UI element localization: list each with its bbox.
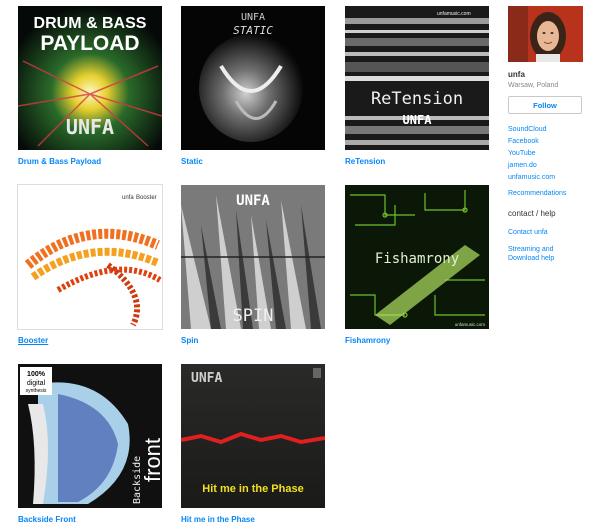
cover-front: front bbox=[140, 438, 162, 482]
recommendations-link[interactable]: Recommendations bbox=[508, 190, 584, 197]
cover-title: SPIN bbox=[233, 306, 274, 326]
album-card: unfamusic.com ReTension UNFA ReTension bbox=[345, 6, 489, 167]
cover-line-2: PAYLOAD bbox=[40, 32, 139, 55]
badge-digital: digital bbox=[27, 380, 46, 387]
album-title-link[interactable]: Spin bbox=[181, 335, 325, 346]
link-website[interactable]: unfamusic.com bbox=[508, 172, 584, 184]
cover-title: Booster bbox=[136, 195, 157, 201]
album-title-link[interactable]: Hit me in the Phase bbox=[181, 514, 325, 525]
cover-title: Hit me in the Phase bbox=[202, 483, 303, 495]
album-card: UNFA STATIC Static bbox=[181, 6, 325, 167]
album-title-link[interactable]: Static bbox=[181, 156, 325, 167]
cover-line-1: DRUM & BASS bbox=[34, 15, 147, 32]
album-title-link[interactable]: Backside Front bbox=[18, 514, 162, 525]
album-cover[interactable]: DRUM & BASS PAYLOAD UNFA bbox=[18, 6, 162, 150]
artist-location: Warsaw, Poland bbox=[508, 82, 559, 89]
album-cover[interactable]: unfamusic.com ReTension UNFA bbox=[345, 6, 489, 150]
album-cover[interactable]: Fishamrony unfamusic.com bbox=[345, 185, 489, 329]
artist-name[interactable]: unfa bbox=[508, 70, 584, 79]
cover-url: unfamusic.com bbox=[455, 322, 486, 327]
album-title-link[interactable]: Fishamrony bbox=[345, 335, 489, 346]
contact-heading: contact / help bbox=[508, 209, 556, 218]
badge-synthesis: synthesis bbox=[26, 388, 47, 394]
cover-url: unfamusic.com bbox=[437, 11, 471, 17]
album-cover[interactable]: UNFA SPIN bbox=[181, 185, 325, 329]
album-cover[interactable]: UNFA Hit me in the Phase bbox=[181, 364, 325, 508]
link-soundcloud[interactable]: SoundCloud bbox=[508, 124, 584, 136]
cover-line-1: UNFA bbox=[241, 12, 265, 23]
album-card: unfa Booster Booster bbox=[17, 184, 163, 346]
album-title-link[interactable]: Drum & Bass Payload bbox=[18, 156, 162, 167]
album-cover[interactable]: unfa Booster bbox=[17, 184, 163, 330]
cover-line-2: STATIC bbox=[233, 24, 273, 37]
album-card: Fishamrony unfamusic.com Fishamrony bbox=[345, 185, 489, 346]
link-jamendo[interactable]: jamen.do bbox=[508, 160, 584, 172]
contact-link[interactable]: Contact unfa bbox=[508, 228, 584, 237]
cover-logo: UNFA bbox=[403, 113, 433, 127]
artist-links: SoundCloud Facebook YouTube jamen.do unf… bbox=[508, 124, 584, 184]
cover-title: ReTension bbox=[371, 89, 463, 109]
cover-logo: UNFA bbox=[236, 193, 270, 209]
streaming-help-link[interactable]: Streaming and Download help bbox=[508, 245, 584, 263]
album-cover[interactable]: 100% digital synthesis Backside front bbox=[18, 364, 162, 508]
link-facebook[interactable]: Facebook bbox=[508, 136, 584, 148]
album-cover[interactable]: UNFA STATIC bbox=[181, 6, 325, 150]
cover-title: Fishamrony bbox=[375, 251, 459, 267]
link-youtube[interactable]: YouTube bbox=[508, 148, 584, 160]
badge-percent: 100% bbox=[27, 371, 46, 378]
avatar[interactable] bbox=[508, 6, 583, 62]
cover-logo: UNFA bbox=[191, 371, 222, 386]
cover-artist: unfa bbox=[122, 195, 134, 201]
album-card: 100% digital synthesis Backside front Ba… bbox=[18, 364, 162, 525]
cover-logo: UNFA bbox=[66, 115, 114, 139]
album-title-link[interactable]: Booster bbox=[18, 335, 162, 346]
album-card: UNFA Hit me in the Phase Hit me in the P… bbox=[181, 364, 325, 525]
album-card: UNFA SPIN Spin bbox=[181, 185, 325, 346]
album-title-link[interactable]: ReTension bbox=[345, 156, 489, 167]
follow-button[interactable]: Follow bbox=[508, 96, 582, 114]
album-card: DRUM & BASS PAYLOAD UNFA Drum & Bass Pay… bbox=[18, 6, 162, 167]
artist-sidebar: unfa Warsaw, Poland Follow SoundCloud Fa… bbox=[508, 6, 584, 263]
